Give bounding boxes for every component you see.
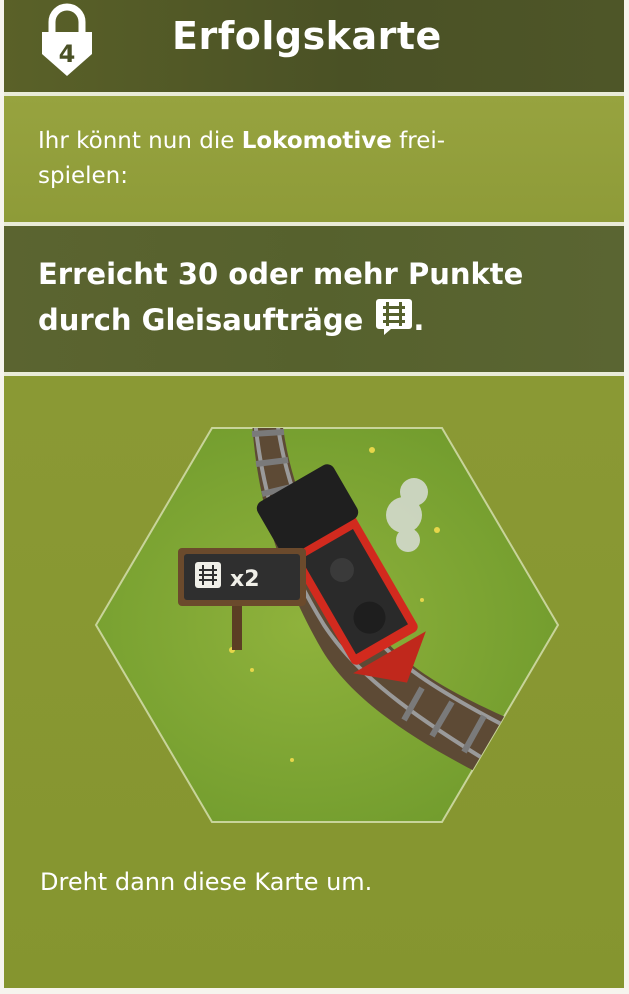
goal-line1: Erreicht 30 oder mehr Punkte [38,257,524,291]
footer-instruction: Dreht dann diese Karte um. [40,868,373,896]
lock-level-number: 4 [59,40,76,68]
intro-text: Ihr könnt nun die Lokomotive frei- spiel… [38,124,578,194]
goal-trailing: . [413,303,425,337]
track-order-icon [195,562,221,588]
card-title: Erfolgskarte [172,14,442,58]
intro-highlight: Lokomotive [241,128,392,154]
track-order-icon [376,299,413,335]
achievement-card: 4 Erfolgskarte Ihr könnt nun die Lokomot… [4,0,624,988]
goal-line2: durch Gleisaufträge [38,303,364,337]
goal-text: Erreicht 30 oder mehr Punkte durch Gleis… [38,252,618,342]
card-header: 4 Erfolgskarte [4,0,624,92]
hex-tile-illustration: x2 [94,427,560,823]
divider [4,372,624,376]
padlock-icon: 4 [42,3,92,76]
intro-prefix: Ihr könnt nun die [38,128,242,154]
intro-suffix: frei- [391,128,446,154]
sign-multiplier: x2 [230,567,260,592]
intro-line2: spielen: [38,163,128,189]
